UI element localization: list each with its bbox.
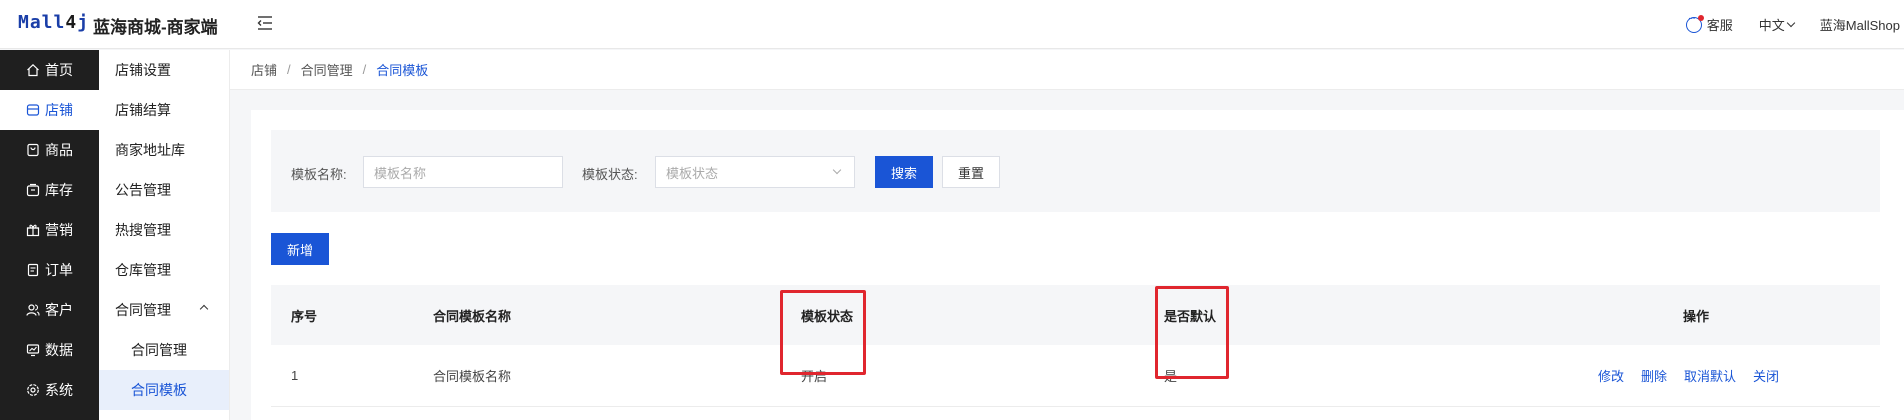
settings-icon (26, 383, 40, 397)
nav-item-product[interactable]: 商品 (0, 130, 99, 170)
nav-item-marketing[interactable]: 营销 (0, 210, 99, 250)
nav-item-inventory[interactable]: 库存 (0, 170, 99, 210)
nav-item-home[interactable]: 首页 (0, 50, 99, 90)
nav-item-data[interactable]: 数据 (0, 330, 99, 370)
sub-nav-store-settings[interactable]: 店铺设置 (99, 50, 229, 90)
data-icon (26, 343, 40, 357)
sub-nav-contract-management[interactable]: 合同管理 (99, 330, 229, 370)
user-menu[interactable]: 蓝海MallShop (1820, 15, 1900, 34)
template-status-label: 模板状态: (582, 167, 638, 182)
content-card: 模板名称: 模板名称 模板状态: 模板状态 搜索 重置 新增 序号 合同模板名称… (251, 110, 1904, 420)
default-column-highlight (1155, 286, 1229, 379)
sub-nav-contract-template[interactable]: 合同模板 (99, 370, 229, 410)
col-name: 合同模板名称 (433, 308, 512, 324)
col-actions: 操作 (1683, 308, 1710, 324)
close-link[interactable]: 关闭 (1753, 366, 1779, 385)
table-header: 序号 合同模板名称 模板状态 是否默认 操作 (271, 285, 1880, 345)
nav-item-system[interactable]: 系统 (0, 370, 99, 410)
app-title: 蓝海商城-商家端 (93, 18, 218, 37)
customer-icon (26, 303, 40, 317)
chat-icon (1685, 13, 1704, 33)
row-index: 1 (291, 368, 299, 383)
chevron-up-icon (199, 304, 209, 314)
search-button[interactable]: 搜索 (875, 156, 933, 188)
delete-link[interactable]: 删除 (1641, 366, 1667, 385)
logo: Mall4j (18, 12, 90, 33)
home-icon (26, 63, 40, 77)
sub-nav-contract-group[interactable]: 合同管理 (99, 290, 229, 330)
row-name: 合同模板名称 (433, 369, 512, 384)
nav-item-order[interactable]: 订单 (0, 250, 99, 290)
top-header: Mall4j 蓝海商城-商家端 客服 中文 蓝海MallShop (0, 0, 1904, 49)
sub-nav-store-settlement[interactable]: 店铺结算 (99, 90, 229, 130)
order-icon (26, 263, 40, 277)
menu-collapse-icon[interactable] (256, 14, 274, 32)
col-index: 序号 (291, 308, 318, 324)
customer-service-button[interactable]: 客服 (1685, 13, 1733, 34)
main-sidebar: 首页 店铺 商品 库存 营销 订单 客户 数据 系统 (0, 50, 99, 420)
product-icon (26, 143, 40, 157)
template-name-input[interactable]: 模板名称 (363, 156, 563, 188)
template-table: 序号 合同模板名称 模板状态 是否默认 操作 1 合同模板名称 开启 是 修改 … (271, 285, 1880, 407)
language-switcher[interactable]: 中文 (1759, 15, 1796, 34)
reset-button[interactable]: 重置 (942, 156, 1000, 188)
breadcrumb: 店铺 / 合同管理 / 合同模板 (230, 50, 1904, 90)
breadcrumb-item[interactable]: 店铺 (251, 60, 277, 79)
sub-sidebar: 店铺设置 店铺结算 商家地址库 公告管理 热搜管理 仓库管理 合同管理 合同管理… (99, 50, 230, 420)
template-status-select[interactable]: 模板状态 (655, 156, 855, 188)
cancel-default-link[interactable]: 取消默认 (1684, 366, 1736, 385)
nav-item-store[interactable]: 店铺 (0, 90, 99, 130)
breadcrumb-current: 合同模板 (376, 63, 429, 78)
marketing-icon (26, 223, 40, 237)
sub-nav-hot-search[interactable]: 热搜管理 (99, 210, 229, 250)
inventory-icon (26, 183, 40, 197)
table-row: 1 合同模板名称 开启 是 修改 删除 取消默认 关闭 (271, 345, 1880, 407)
edit-link[interactable]: 修改 (1598, 366, 1624, 385)
sub-nav-announcements[interactable]: 公告管理 (99, 170, 229, 210)
search-form: 模板名称: 模板名称 模板状态: 模板状态 搜索 重置 (271, 130, 1880, 212)
chevron-down-icon (1786, 18, 1796, 27)
chevron-down-icon (832, 165, 842, 175)
status-column-highlight (780, 290, 866, 375)
nav-item-customer[interactable]: 客户 (0, 290, 99, 330)
add-button[interactable]: 新增 (271, 233, 329, 265)
sub-nav-address-book[interactable]: 商家地址库 (99, 130, 229, 170)
template-name-label: 模板名称: (291, 167, 347, 182)
row-actions: 修改 删除 取消默认 关闭 (1598, 345, 1796, 406)
sub-nav-warehouse[interactable]: 仓库管理 (99, 250, 229, 290)
breadcrumb-item[interactable]: 合同管理 (301, 60, 353, 79)
store-icon (26, 103, 40, 117)
